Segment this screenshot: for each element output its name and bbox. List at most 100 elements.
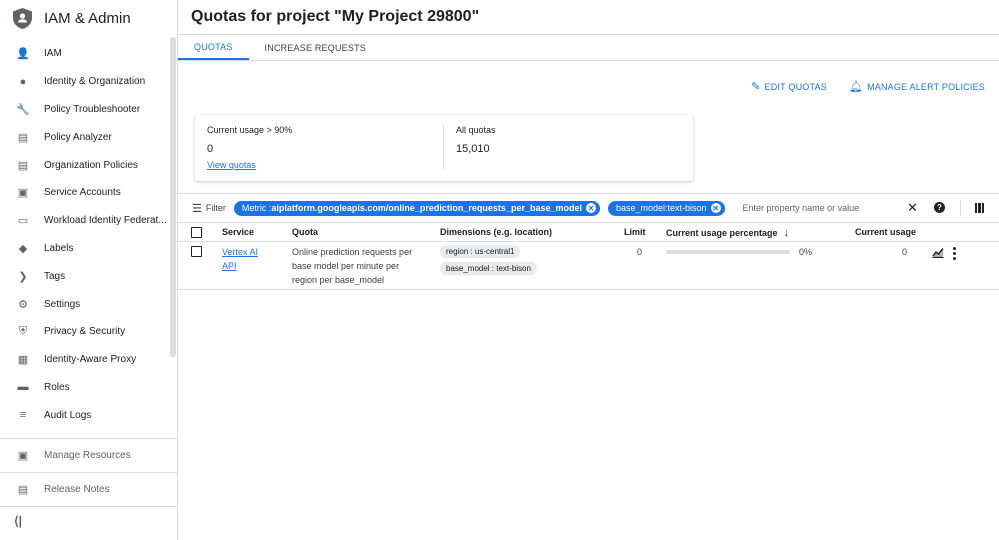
sidebar-divider — [0, 506, 177, 507]
sidebar-item-label: Privacy & Security — [44, 326, 126, 338]
sidebar-item-policy-analyzer[interactable]: ▤ Policy Analyzer — [0, 123, 170, 151]
sidebar-item-iam[interactable]: 👤 IAM — [0, 40, 170, 68]
sidebar-item-label: Service Accounts — [44, 187, 121, 199]
sidebar-item-label: Manage Resources — [44, 449, 131, 461]
sidebar-item-label: Roles — [44, 381, 70, 393]
sidebar-item-label: Labels — [44, 242, 74, 254]
quota-line: region per base_model — [292, 275, 385, 285]
sidebar-item-service-accounts[interactable]: ▣ Service Accounts — [0, 179, 170, 207]
column-header-service[interactable]: Service — [222, 227, 254, 237]
sidebar-item-label: Identity & Organization — [44, 76, 146, 88]
service-account-icon: ▣ — [17, 187, 29, 200]
sidebar-item-roles[interactable]: ▬ Roles — [0, 374, 170, 402]
sidebar-item-release-notes[interactable]: ▤ Release Notes — [0, 472, 177, 506]
sidebar-item-label: Workload Identity Federat... — [44, 215, 167, 227]
sidebar-item-settings[interactable]: ⚙ Settings — [0, 290, 170, 318]
tab-divider — [178, 60, 999, 61]
service-cell: Vertex AI API — [222, 245, 258, 273]
filter-label: Filter — [205, 203, 226, 213]
quota-summary-card: Current usage > 90% 0 View quotas All qu… — [195, 115, 693, 181]
usage-percentage-value: 0% — [799, 247, 813, 257]
service-link-line1: Vertex AI — [222, 247, 259, 257]
sidebar-item-label: Audit Logs — [44, 409, 92, 421]
sidebar-item-policy-troubleshooter[interactable]: 🔧 Policy Troubleshooter — [0, 96, 170, 124]
sidebar-item-label: Identity-Aware Proxy — [44, 354, 137, 366]
sidebar: IAM & Admin 👤 IAM ● Identity & Organization… — [0, 0, 178, 540]
page-title: Quotas for project "My Project 29800" — [191, 8, 479, 26]
list-document-icon: ▤ — [17, 159, 29, 172]
select-all-checkbox[interactable] — [191, 227, 202, 238]
all-quotas-label: All quotas — [456, 125, 496, 135]
usage-summary: Current usage > 90% 0 View quotas — [207, 125, 292, 171]
sidebar-item-organization-policies[interactable]: ▤ Organization Policies — [0, 151, 170, 179]
person-add-icon: 👤 — [16, 48, 30, 61]
sidebar-item-audit-logs[interactable]: ≡ Audit Logs — [0, 401, 170, 429]
lines-icon: ≡ — [19, 409, 27, 422]
chip-key: Metric : — [241, 203, 272, 213]
sidebar-item-tags[interactable]: ❯ Tags — [0, 262, 170, 290]
title-bold: project — [276, 8, 330, 25]
dimension-chip-region: region : us-central1 — [440, 245, 521, 258]
current-usage-value: 0 — [902, 247, 908, 257]
usage-percentage-header-label: Current usage percentage — [666, 228, 778, 238]
service-link[interactable]: Vertex AI API — [222, 247, 258, 271]
column-header-quota[interactable]: Quota — [292, 227, 318, 237]
manage-alert-policies-label: MANAGE ALERT POLICIES — [867, 81, 985, 92]
label-icon: ◆ — [18, 242, 28, 255]
column-header-limit[interactable]: Limit — [624, 227, 646, 237]
filter-input[interactable] — [742, 203, 923, 213]
document-search-icon: ▤ — [17, 131, 29, 144]
collapse-sidebar-icon[interactable]: ⟨| — [14, 514, 22, 528]
column-header-usage-percentage[interactable]: Current usage percentage ↓ — [666, 227, 789, 239]
monitoring-chart-icon[interactable] — [932, 246, 944, 261]
usage-summary-value: 0 — [207, 143, 214, 155]
folder-gear-icon: ▣ — [17, 449, 29, 462]
product-header: IAM & Admin — [0, 0, 177, 36]
sidebar-item-workload-identity-federat[interactable]: ▭ Workload Identity Federat... — [0, 207, 170, 235]
release-notes-icon: ▤ — [17, 483, 29, 496]
sidebar-item-label: Organization Policies — [44, 159, 138, 171]
help-icon[interactable]: ? — [934, 202, 945, 213]
row-divider — [178, 289, 999, 290]
toolbar-divider — [960, 200, 961, 216]
more-vert-icon[interactable] — [953, 247, 956, 260]
sidebar-item-identity-aware-proxy[interactable]: ▦ Identity-Aware Proxy — [0, 346, 170, 374]
shield-icon: ⛨ — [18, 325, 28, 338]
edit-quotas-button[interactable]: ✎ EDIT QUOTAS — [751, 80, 827, 93]
filter-chip-base-model[interactable]: base_model:text-bison ✕ — [607, 200, 725, 216]
row-checkbox[interactable] — [191, 246, 202, 257]
sidebar-item-privacy-security[interactable]: ⛨ Privacy & Security — [0, 318, 170, 346]
manage-alert-policies-button[interactable]: 🔔︎ MANAGE ALERT POLICIES — [849, 80, 985, 93]
sort-arrow-down-icon[interactable]: ↓ — [784, 227, 790, 239]
roles-hat-icon: ▬ — [17, 381, 29, 394]
filter-chip-metric[interactable]: Metric : aiplatform.googleapis.com/onlin… — [233, 200, 600, 216]
title-suffix: "My Project 29800" — [329, 8, 480, 25]
sidebar-item-manage-resources[interactable]: ▣ Manage Resources — [0, 438, 177, 472]
column-header-current-usage[interactable]: Current usage — [855, 227, 916, 237]
column-header-dimensions[interactable]: Dimensions (e.g. location) — [440, 227, 552, 237]
sidebar-item-label: Tags — [44, 270, 66, 282]
view-quotas-link[interactable]: View quotas — [207, 160, 256, 170]
summary-divider — [443, 125, 444, 169]
filter-icon: ☰ — [192, 202, 202, 215]
sidebar-item-label: IAM — [44, 48, 62, 60]
clear-filter-icon[interactable]: ✕ — [907, 200, 918, 216]
service-link-line2: API — [222, 261, 237, 271]
tab-increase-requests[interactable]: INCREASE REQUESTS — [249, 35, 382, 60]
sidebar-item-label: Release Notes — [44, 483, 110, 495]
edit-quotas-label: EDIT QUOTAS — [764, 81, 827, 92]
tab-quotas[interactable]: QUOTAS — [178, 35, 249, 60]
sidebar-item-labels[interactable]: ◆ Labels — [0, 235, 170, 263]
header-divider — [178, 241, 999, 242]
sidebar-scrollbar[interactable] — [170, 37, 176, 357]
column-display-icon[interactable] — [975, 203, 984, 213]
quota-cell: Online prediction requests per base mode… — [292, 245, 412, 287]
remove-chip-icon[interactable]: ✕ — [710, 203, 721, 213]
usage-progress-bar — [666, 250, 790, 254]
main-content: Quotas for project "My Project 29800" QU… — [178, 0, 999, 540]
remove-chip-icon[interactable]: ✕ — [585, 203, 596, 213]
sidebar-item-identity-organization[interactable]: ● Identity & Organization — [0, 68, 170, 96]
id-card-icon: ▭ — [17, 215, 29, 228]
sidebar-item-label: Policy Analyzer — [44, 131, 112, 143]
bell-add-icon: 🔔︎ — [848, 81, 864, 93]
